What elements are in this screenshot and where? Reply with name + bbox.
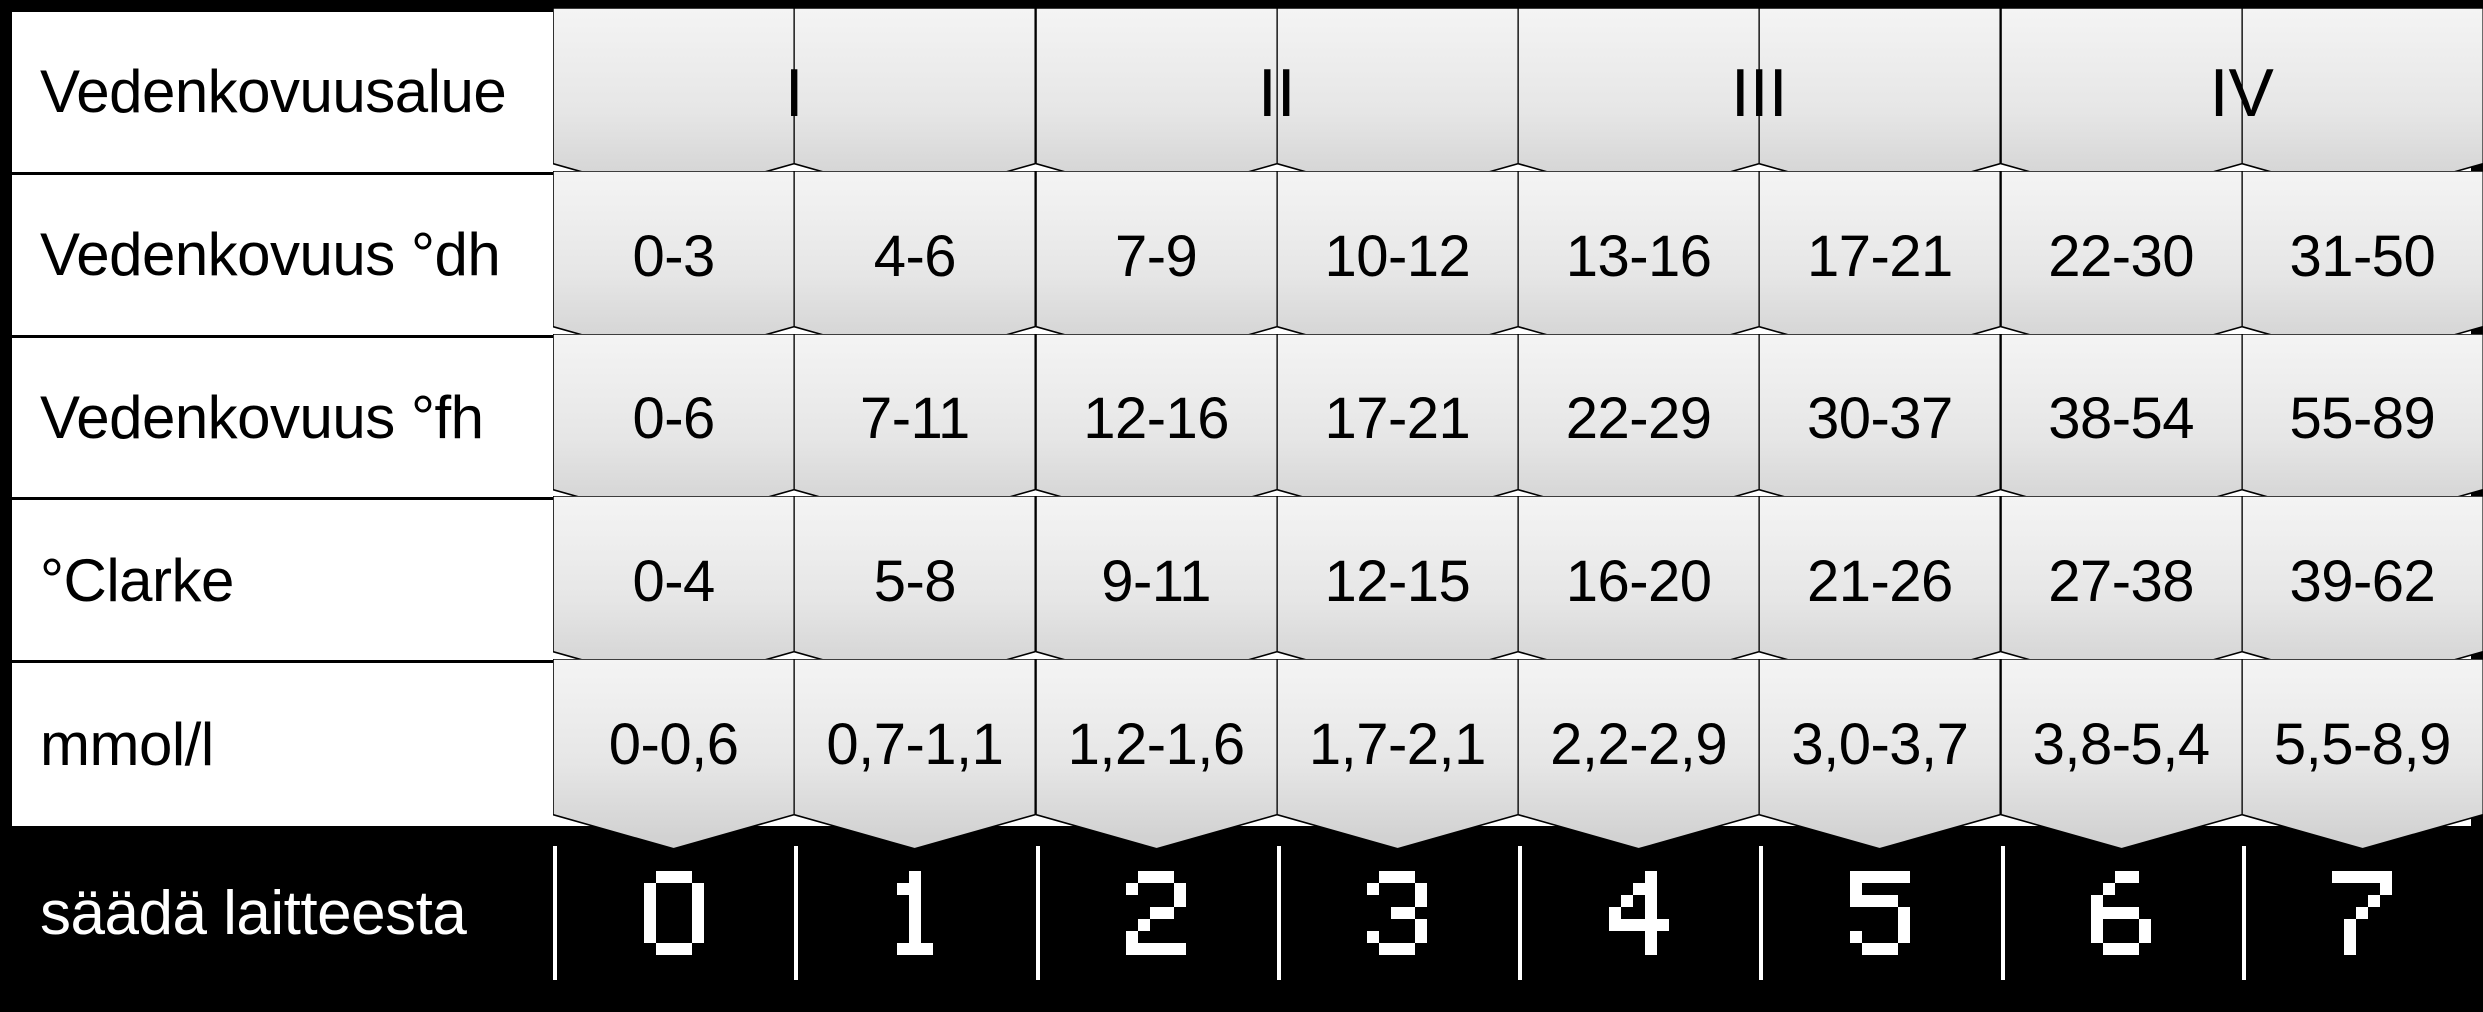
- cell-clarke-1-text: 5-8: [874, 548, 956, 615]
- cell-fh-5-text: 30-37: [1807, 385, 1953, 452]
- footer-setting-6: [2001, 826, 2242, 1000]
- cell-dh-3-text: 10-12: [1324, 223, 1470, 290]
- cell-dh-5: 17-21: [1759, 175, 2000, 338]
- cell-clarke-7-text: 39-62: [2289, 548, 2435, 615]
- cell-clarke-3: 12-15: [1277, 500, 1518, 663]
- cell-mmol-3: 1,7-2,1: [1277, 663, 1518, 826]
- footer-setting-7: [2242, 826, 2483, 1000]
- header-roman-2: II: [1036, 12, 1519, 175]
- cell-dh-1: 4-6: [794, 175, 1035, 338]
- cell-fh-0: 0-6: [553, 338, 794, 501]
- cell-clarke-4: 16-20: [1518, 500, 1759, 663]
- cell-clarke-1: 5-8: [794, 500, 1035, 663]
- cell-mmol-2: 1,2-1,6: [1036, 663, 1277, 826]
- footer-label: säädä laitteesta: [12, 878, 553, 949]
- cell-clarke-4-text: 16-20: [1566, 548, 1712, 615]
- cell-mmol-0-text: 0-0,6: [609, 711, 739, 778]
- footer-setting-4: [1518, 826, 1759, 1000]
- header-roman-4-text: IV: [2210, 54, 2274, 132]
- cell-clarke-3-text: 12-15: [1324, 548, 1470, 615]
- header-roman-1-text: I: [785, 54, 804, 132]
- cell-fh-7-text: 55-89: [2289, 385, 2435, 452]
- cell-mmol-4: 2,2-2,9: [1518, 663, 1759, 826]
- cell-dh-4: 13-16: [1518, 175, 1759, 338]
- header-roman-3-text: III: [1731, 54, 1788, 132]
- cell-fh-1: 7-11: [794, 338, 1035, 501]
- cell-mmol-2-text: 1,2-1,6: [1068, 711, 1245, 778]
- cell-dh-2-text: 7-9: [1115, 223, 1197, 290]
- cell-mmol-1: 0,7-1,1: [794, 663, 1035, 826]
- footer-setting-3: [1277, 826, 1518, 1000]
- cell-mmol-5: 3,0-3,7: [1759, 663, 2000, 826]
- cell-mmol-6-text: 3,8-5,4: [2033, 711, 2210, 778]
- cell-dh-4-text: 13-16: [1566, 223, 1712, 290]
- header-roman-3: III: [1518, 12, 2001, 175]
- row-label-fh: Vedenkovuus °fh: [12, 338, 553, 501]
- footer-setting-5: [1759, 826, 2000, 1000]
- pixel-digit-icon: [1367, 871, 1427, 955]
- cell-fh-2: 12-16: [1036, 338, 1277, 501]
- cell-dh-6-text: 22-30: [2048, 223, 2194, 290]
- pixel-digit-icon: [1850, 871, 1910, 955]
- pixel-digit-icon: [885, 871, 945, 955]
- water-hardness-table: Vedenkovuusalue I: [0, 0, 2483, 1012]
- cell-fh-6: 38-54: [2001, 338, 2242, 501]
- pixel-digit-icon: [644, 871, 704, 955]
- cell-fh-2-text: 12-16: [1083, 385, 1229, 452]
- header-roman-4: IV: [2001, 12, 2483, 175]
- cell-clarke-6: 27-38: [2001, 500, 2242, 663]
- cell-mmol-7-text: 5,5-8,9: [2274, 711, 2451, 778]
- cell-clarke-2: 9-11: [1036, 500, 1277, 663]
- row-label-dh: Vedenkovuus °dh: [12, 175, 553, 338]
- row-label-range: Vedenkovuusalue: [12, 12, 553, 175]
- cell-mmol-5-text: 3,0-3,7: [1791, 711, 1968, 778]
- footer-setting-1: [794, 826, 1035, 1000]
- cell-dh-0: 0-3: [553, 175, 794, 338]
- footer-setting-0: [553, 826, 794, 1000]
- pixel-digit-icon: [2332, 871, 2392, 955]
- cell-dh-5-text: 17-21: [1807, 223, 1953, 290]
- header-roman-1: I: [553, 12, 1036, 175]
- cell-fh-6-text: 38-54: [2048, 385, 2194, 452]
- cell-fh-3-text: 17-21: [1324, 385, 1470, 452]
- cell-mmol-4-text: 2,2-2,9: [1550, 711, 1727, 778]
- row-label-mmol: mmol/l: [12, 663, 553, 826]
- cell-fh-3: 17-21: [1277, 338, 1518, 501]
- cell-mmol-3-text: 1,7-2,1: [1309, 711, 1486, 778]
- cell-dh-7: 31-50: [2242, 175, 2483, 338]
- cell-clarke-0-text: 0-4: [632, 548, 714, 615]
- cell-mmol-6: 3,8-5,4: [2001, 663, 2242, 826]
- cell-clarke-2-text: 9-11: [1101, 548, 1211, 615]
- cell-mmol-7: 5,5-8,9: [2242, 663, 2483, 826]
- cell-clarke-0: 0-4: [553, 500, 794, 663]
- cell-dh-3: 10-12: [1277, 175, 1518, 338]
- cell-dh-0-text: 0-3: [632, 223, 714, 290]
- cell-mmol-0: 0-0,6: [553, 663, 794, 826]
- cell-fh-7: 55-89: [2242, 338, 2483, 501]
- table-body: Vedenkovuusalue I: [12, 12, 2471, 826]
- cell-clarke-5-text: 21-26: [1807, 548, 1953, 615]
- cell-dh-7-text: 31-50: [2289, 223, 2435, 290]
- header-roman-2-text: II: [1258, 54, 1296, 132]
- cell-clarke-7: 39-62: [2242, 500, 2483, 663]
- cell-clarke-6-text: 27-38: [2048, 548, 2194, 615]
- pixel-digit-icon: [1609, 871, 1669, 955]
- cell-fh-4-text: 22-29: [1566, 385, 1712, 452]
- cell-dh-2: 7-9: [1036, 175, 1277, 338]
- pixel-digit-icon: [1126, 871, 1186, 955]
- cell-fh-4: 22-29: [1518, 338, 1759, 501]
- cell-fh-1-text: 7-11: [860, 385, 970, 452]
- pixel-digit-icon: [2091, 871, 2151, 955]
- row-label-clarke: °Clarke: [12, 500, 553, 663]
- table-footer: säädä laitteesta: [12, 826, 2471, 1000]
- cell-fh-5: 30-37: [1759, 338, 2000, 501]
- cell-dh-6: 22-30: [2001, 175, 2242, 338]
- cell-fh-0-text: 0-6: [632, 385, 714, 452]
- footer-setting-2: [1036, 826, 1277, 1000]
- cell-clarke-5: 21-26: [1759, 500, 2000, 663]
- cell-mmol-1-text: 0,7-1,1: [826, 711, 1003, 778]
- cell-dh-1-text: 4-6: [874, 223, 956, 290]
